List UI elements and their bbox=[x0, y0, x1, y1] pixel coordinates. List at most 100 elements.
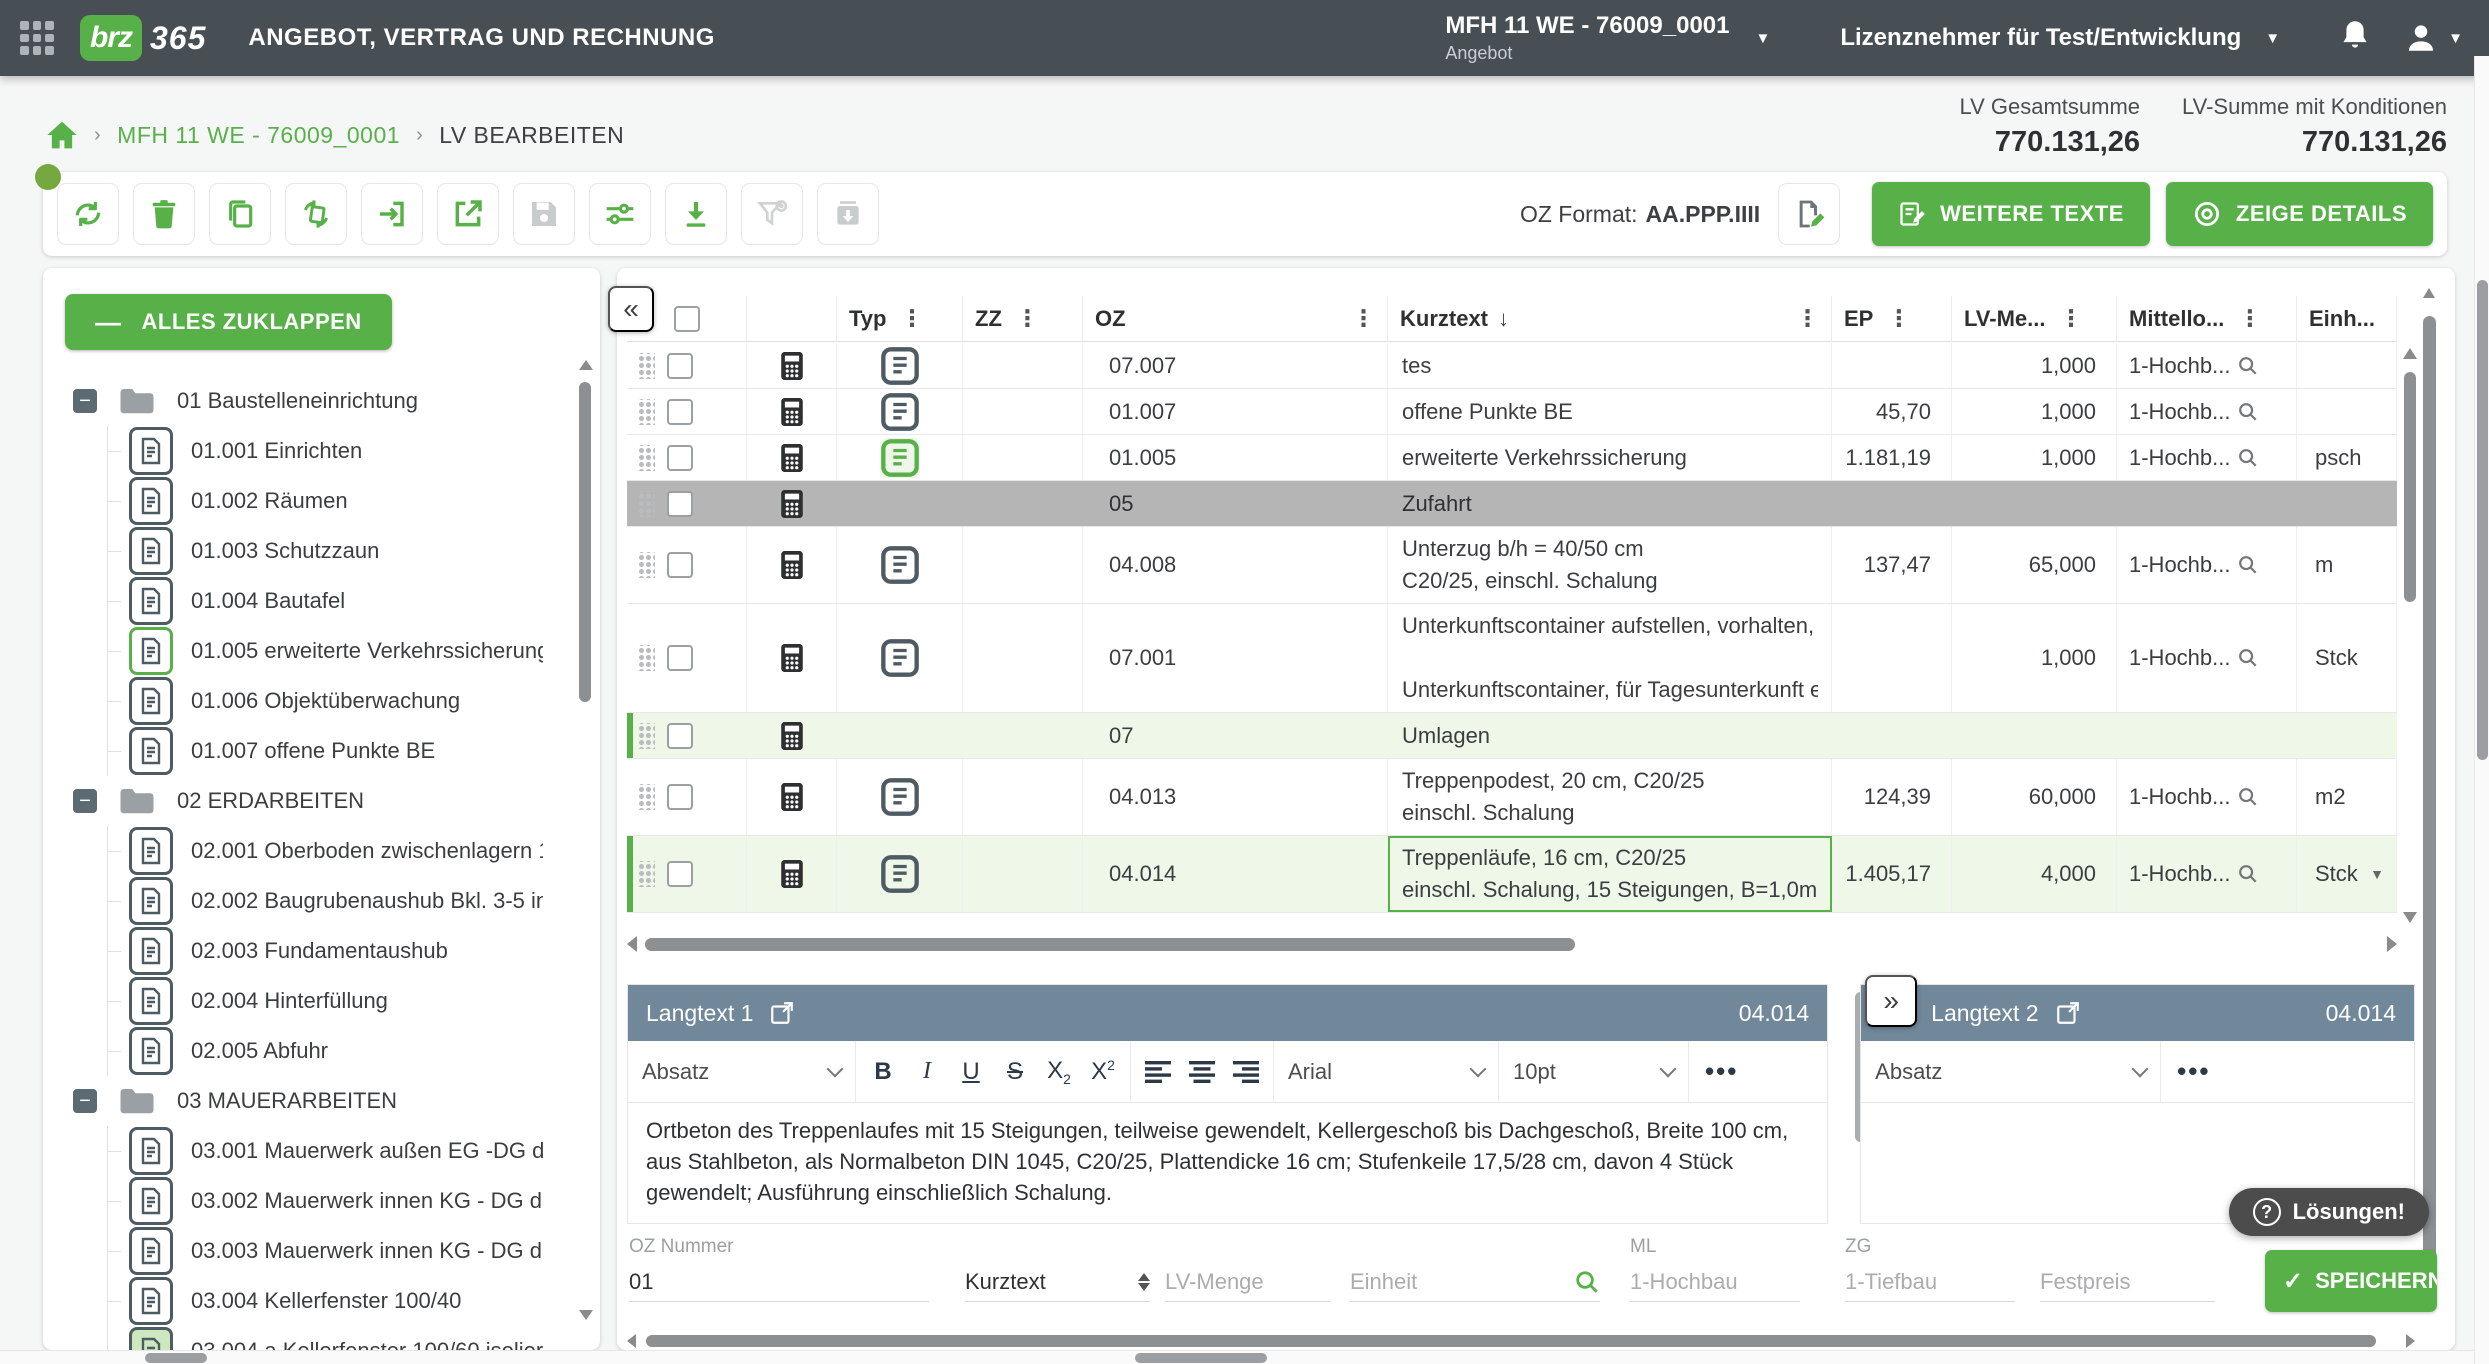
table-row[interactable]: 04.013 Treppenpodest, 20 cm, C20/25einsc… bbox=[627, 759, 2397, 836]
oz-nummer-input[interactable]: 01 bbox=[629, 1262, 929, 1302]
scroll-up-icon[interactable] bbox=[2403, 348, 2417, 359]
scroll-up-icon[interactable] bbox=[579, 360, 593, 370]
column-menu-icon[interactable]: ⋮ bbox=[2238, 305, 2261, 332]
position-type-icon[interactable] bbox=[880, 438, 920, 478]
drag-handle-icon[interactable] bbox=[637, 445, 655, 471]
sidebar-item[interactable]: 03.002 Mauerwerk innen KG - DG d = 24 cr bbox=[43, 1176, 567, 1226]
delete-button[interactable] bbox=[133, 183, 195, 245]
lookup-icon[interactable] bbox=[2237, 401, 2259, 423]
underline-button[interactable]: U bbox=[958, 1058, 984, 1086]
kurztext-cell[interactable]: tes bbox=[1388, 343, 1832, 388]
column-header[interactable]: ↓ ⋮ bbox=[747, 296, 837, 341]
sidebar-item[interactable]: 01.002 Räumen bbox=[43, 476, 567, 526]
position-type-icon[interactable] bbox=[880, 777, 920, 817]
column-header[interactable]: ZZ ↓ ⋮ bbox=[963, 296, 1083, 341]
more-tools-button[interactable]: ••• bbox=[1689, 1056, 1754, 1087]
sidebar-item[interactable]: 03.003 Mauerwerk innen KG - DG d = 11,5 bbox=[43, 1226, 567, 1276]
open-in-window-icon[interactable] bbox=[2055, 1000, 2081, 1026]
scroll-right-icon[interactable] bbox=[2406, 1334, 2415, 1348]
kurztext-cell[interactable]: Treppenläufe, 16 cm, C20/25einschl. Scha… bbox=[1388, 836, 1832, 912]
langtext1-content[interactable]: Ortbeton des Treppenlaufes mit 15 Steigu… bbox=[628, 1103, 1827, 1223]
column-header[interactable]: EP ↓ ⋮ bbox=[1832, 296, 1952, 341]
search-icon[interactable] bbox=[1574, 1269, 1600, 1295]
calculator-icon[interactable] bbox=[781, 490, 803, 518]
scrollbar-thumb[interactable] bbox=[645, 938, 1575, 951]
calculator-icon[interactable] bbox=[781, 352, 803, 380]
sort-desc-icon[interactable]: ↓ bbox=[1498, 306, 1509, 332]
scroll-down-icon[interactable] bbox=[579, 1310, 593, 1320]
sidebar-item[interactable]: 02.001 Oberboden zwischenlagern 100 m bbox=[43, 826, 567, 876]
collapse-node-icon[interactable]: − bbox=[73, 389, 97, 413]
calculator-icon[interactable] bbox=[781, 551, 803, 579]
drag-handle-icon[interactable] bbox=[637, 399, 655, 425]
strikethrough-button[interactable]: S bbox=[1002, 1058, 1028, 1086]
sidebar-item[interactable]: 01.005 erweiterte Verkehrssicherung bbox=[43, 626, 567, 676]
superscript-button[interactable]: X2 bbox=[1090, 1057, 1116, 1086]
position-type-icon[interactable] bbox=[880, 854, 920, 894]
column-menu-icon[interactable]: ⋮ bbox=[900, 305, 923, 332]
column-header[interactable]: LV-Me... ↓ ⋮ bbox=[1952, 296, 2117, 341]
row-checkbox[interactable] bbox=[667, 353, 693, 379]
window-horizontal-scrollbar[interactable] bbox=[0, 1350, 2489, 1364]
table-row[interactable]: 01.007 offene Punkte BE 45,70 1,000 1-Ho… bbox=[627, 389, 2397, 435]
import-button[interactable] bbox=[361, 183, 423, 245]
position-type-icon[interactable] bbox=[880, 392, 920, 432]
row-checkbox[interactable] bbox=[667, 723, 693, 749]
calculator-icon[interactable] bbox=[781, 644, 803, 672]
spinner-icons[interactable] bbox=[1138, 1273, 1150, 1291]
subscript-button[interactable]: X2 bbox=[1046, 1057, 1072, 1087]
unit-dropdown-caret[interactable]: ▼ bbox=[2370, 866, 2384, 882]
table-row[interactable]: 01.005 erweiterte Verkehrssicherung 1.18… bbox=[627, 435, 2397, 481]
scrollbar-thumb[interactable] bbox=[646, 1335, 2376, 1347]
scrollbar-thumb[interactable] bbox=[2477, 280, 2488, 760]
table-row[interactable]: 05 Zufahrt ▼ bbox=[627, 481, 2397, 527]
lookup-icon[interactable] bbox=[2237, 863, 2259, 885]
position-type-icon[interactable] bbox=[880, 638, 920, 678]
window-vertical-scrollbar[interactable] bbox=[2474, 56, 2489, 1364]
column-menu-icon[interactable]: ⋮ bbox=[2060, 305, 2083, 332]
copy-button[interactable] bbox=[209, 183, 271, 245]
calculator-icon[interactable] bbox=[781, 860, 803, 888]
drag-handle-icon[interactable] bbox=[637, 784, 655, 810]
select-all-checkbox[interactable] bbox=[674, 306, 700, 332]
notifications-bell-icon[interactable] bbox=[2340, 20, 2370, 57]
row-checkbox[interactable] bbox=[667, 861, 693, 887]
kurztext-cell[interactable]: erweiterte Verkehrssicherung bbox=[1388, 435, 1832, 480]
sidebar-item[interactable]: 02.005 Abfuhr bbox=[43, 1026, 567, 1076]
column-menu-icon[interactable]: ⋮ bbox=[1887, 305, 1910, 332]
sidebar-item[interactable]: 01.001 Einrichten bbox=[43, 426, 567, 476]
calculator-icon[interactable] bbox=[781, 722, 803, 750]
kurztext-cell[interactable]: Unterzug b/h = 40/50 cmC20/25, einschl. … bbox=[1388, 527, 1832, 603]
speichern-button[interactable]: ✓ SPEICHERN bbox=[2265, 1250, 2437, 1312]
breadcrumb-project-link[interactable]: MFH 11 WE - 76009_0001 bbox=[117, 122, 400, 149]
calculator-icon[interactable] bbox=[781, 783, 803, 811]
column-header[interactable]: Mittello... ↓ ⋮ bbox=[2117, 296, 2297, 341]
paragraph-style-select[interactable]: Absatz bbox=[628, 1041, 856, 1102]
scrollbar-thumb[interactable] bbox=[2423, 316, 2436, 1306]
paragraph-style-select[interactable]: Absatz bbox=[1861, 1041, 2161, 1102]
sidebar-item[interactable]: 01.006 Objektüberwachung bbox=[43, 676, 567, 726]
calculator-icon[interactable] bbox=[781, 444, 803, 472]
sidebar-item[interactable]: 02.004 Hinterfüllung bbox=[43, 976, 567, 1026]
column-menu-icon[interactable]: ⋮ bbox=[1016, 305, 1039, 332]
align-center-button[interactable] bbox=[1189, 1061, 1215, 1083]
kurztext-cell[interactable]: Umlagen bbox=[1388, 713, 1832, 758]
row-checkbox[interactable] bbox=[667, 784, 693, 810]
user-menu[interactable]: ▼ bbox=[2404, 21, 2463, 55]
scroll-left-icon[interactable] bbox=[627, 936, 637, 952]
row-checkbox[interactable] bbox=[667, 552, 693, 578]
panel-vertical-scrollbar[interactable] bbox=[2423, 302, 2436, 1332]
scroll-up-icon[interactable] bbox=[2423, 288, 2435, 298]
sidebar-item[interactable]: 03.001 Mauerwerk außen EG -DG d = 24 cr bbox=[43, 1126, 567, 1176]
grid-vertical-scrollbar[interactable] bbox=[2403, 348, 2417, 923]
kurztext-cell[interactable]: Treppenpodest, 20 cm, C20/25einschl. Sch… bbox=[1388, 759, 1832, 835]
ml-input[interactable]: 1-Hochbau bbox=[1630, 1262, 1800, 1302]
italic-button[interactable]: I bbox=[914, 1058, 940, 1085]
home-icon[interactable] bbox=[46, 120, 78, 150]
column-header[interactable]: OZ ↓ ⋮ bbox=[1083, 296, 1388, 341]
calculator-icon[interactable] bbox=[781, 398, 803, 426]
sidebar-item[interactable]: 03.004.a Kellerfenster 100/60 isolierv. bbox=[43, 1326, 567, 1350]
app-launcher-icon[interactable] bbox=[20, 21, 54, 55]
font-family-select[interactable]: Arial bbox=[1274, 1041, 1499, 1102]
festpreis-input[interactable]: Festpreis bbox=[2040, 1262, 2215, 1302]
